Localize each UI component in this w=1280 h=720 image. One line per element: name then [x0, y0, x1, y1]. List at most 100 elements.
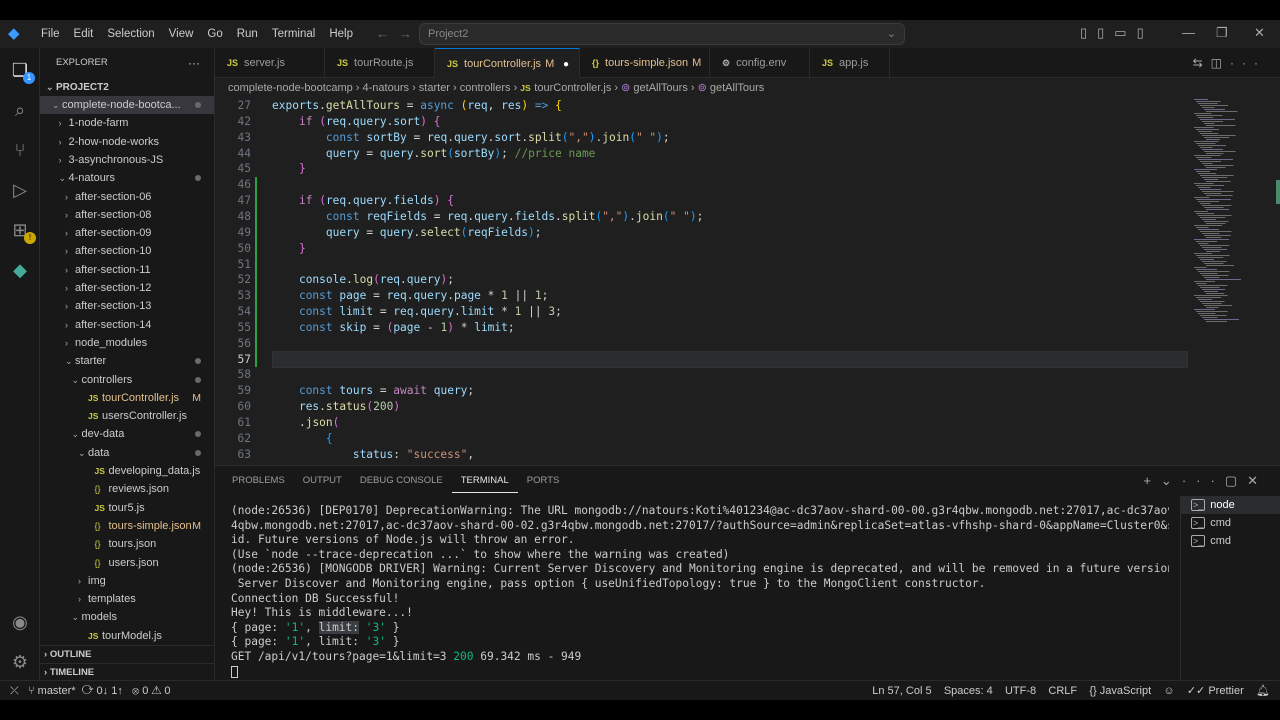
tab-app-js[interactable]: JS app.js: [810, 48, 890, 78]
code-line[interactable]: 53 const page = req.query.page * 1 || 1;: [215, 288, 1215, 304]
editor-actions-icons[interactable]: ⇆◫···: [1193, 56, 1266, 70]
code-line[interactable]: 58: [215, 367, 1215, 383]
tab-tourroute-js[interactable]: JS tourRoute.js: [325, 48, 435, 78]
tree-item[interactable]: › 1-node-farm: [40, 114, 214, 132]
warning-count[interactable]: 0: [164, 685, 170, 697]
scrollbar-marker[interactable]: [1276, 180, 1280, 204]
code-line[interactable]: 59 const tours = await query;: [215, 383, 1215, 399]
breadcrumb-item[interactable]: getAllTours: [633, 82, 687, 94]
timeline-section[interactable]: › TIMELINE: [40, 663, 214, 680]
code-line[interactable]: 54 const limit = req.query.limit * 1 || …: [215, 304, 1215, 320]
project-root[interactable]: ⌄ PROJECT2: [40, 78, 214, 96]
tab-tourcontroller-js[interactable]: JS tourController.js M ●: [435, 48, 580, 78]
tree-item[interactable]: › after-section-13: [40, 297, 214, 315]
status-left[interactable]: ⤫ ⑂ master* ⟳ 0↓ 1↑ ⊗ 0 ⚠ 0: [10, 681, 171, 701]
tree-item[interactable]: ⌄ controllers: [40, 371, 214, 389]
code-line[interactable]: 52 console.log(req.query);: [215, 272, 1215, 288]
branch-name[interactable]: master*: [38, 685, 76, 697]
terminal-instance[interactable]: >_ cmd: [1181, 514, 1280, 532]
tree-item[interactable]: JS tour5.js: [40, 499, 214, 517]
tree-item[interactable]: JS developing_data.js: [40, 462, 214, 480]
account-icon[interactable]: ◉: [8, 610, 32, 634]
code-editor[interactable]: 27 exports.getAllTours = async (req, res)…: [215, 98, 1280, 465]
code-line[interactable]: 60 res.status(200): [215, 399, 1215, 415]
tab-config-env[interactable]: ⚙ config.env: [710, 48, 810, 78]
extensions-icon[interactable]: ⊞!: [8, 218, 36, 244]
breadcrumb[interactable]: complete-node-bootcamp › 4-natours › sta…: [215, 78, 1280, 98]
tree-item[interactable]: ⌄ dev-data: [40, 425, 214, 443]
panel-tab-output[interactable]: OUTPUT: [294, 466, 351, 496]
menu-selection[interactable]: Selection: [100, 28, 161, 40]
menu-edit[interactable]: Edit: [67, 28, 101, 40]
tree-item[interactable]: {} tours-simple.json M: [40, 517, 214, 535]
tree-item[interactable]: ⌄ starter: [40, 352, 214, 370]
tree-item[interactable]: › after-section-12: [40, 279, 214, 297]
tree-item[interactable]: › node_modules: [40, 334, 214, 352]
tree-item[interactable]: JS tourController.js M: [40, 389, 214, 407]
tree-item[interactable]: › 2-how-node-works: [40, 133, 214, 151]
copilot-status-icon[interactable]: ☺: [1163, 685, 1174, 697]
tree-item[interactable]: › after-section-08: [40, 206, 214, 224]
panel-tab-terminal[interactable]: TERMINAL: [451, 466, 518, 493]
terminal-instance[interactable]: >_ node: [1181, 496, 1280, 514]
code-line[interactable]: 62 {: [215, 431, 1215, 447]
encoding[interactable]: UTF-8: [1005, 685, 1036, 697]
breadcrumb-item[interactable]: complete-node-bootcamp: [228, 82, 353, 94]
code-line[interactable]: 57: [215, 352, 1215, 368]
tree-item[interactable]: ⌄ data: [40, 444, 214, 462]
code-line[interactable]: 45 }: [215, 161, 1215, 177]
run-debug-icon[interactable]: ▷: [8, 178, 32, 202]
bell-icon[interactable]: 🔔︎: [1256, 685, 1270, 697]
menu-terminal[interactable]: Terminal: [265, 28, 322, 40]
unsaved-dot-icon[interactable]: ●: [560, 59, 569, 70]
code-line[interactable]: 43 const sortBy = req.query.sort.split("…: [215, 130, 1215, 146]
code-line[interactable]: 48 const reqFields = req.query.fields.sp…: [215, 209, 1215, 225]
minimize-icon[interactable]: —: [1182, 25, 1195, 40]
tree-item[interactable]: ⌄ models: [40, 608, 214, 626]
breadcrumb-item[interactable]: getAllTours: [710, 82, 764, 94]
tree-item[interactable]: › after-section-06: [40, 188, 214, 206]
code-line[interactable]: 63 status: "success",: [215, 447, 1215, 463]
copilot-icon[interactable]: ⌄: [887, 27, 896, 40]
tree-item[interactable]: › after-section-10: [40, 242, 214, 260]
code-line[interactable]: 61 .json(: [215, 415, 1215, 431]
source-control-icon[interactable]: ⑂: [8, 138, 32, 162]
code-line[interactable]: 27 exports.getAllTours = async (req, res)…: [215, 98, 1215, 114]
breadcrumb-item[interactable]: tourController.js: [534, 82, 611, 94]
explorer-icon[interactable]: ❏ 1: [8, 58, 35, 84]
tab-server-js[interactable]: JS server.js: [215, 48, 325, 78]
line-ending[interactable]: CRLF: [1048, 685, 1077, 697]
tree-item[interactable]: {} users.json: [40, 554, 214, 572]
code-line[interactable]: 44 query = query.sort(sortBy); //price n…: [215, 146, 1215, 162]
tree-item[interactable]: › after-section-14: [40, 316, 214, 334]
sync-status[interactable]: 0↓ 1↑: [97, 685, 123, 697]
menu-view[interactable]: View: [162, 28, 201, 40]
error-count[interactable]: 0: [142, 685, 148, 697]
more-actions-icon[interactable]: ···: [188, 48, 200, 78]
terminal-output[interactable]: (node:26536) [DEP0170] DeprecationWarnin…: [231, 504, 1169, 679]
tab-tours-simple-json[interactable]: {} tours-simple.json M: [580, 48, 710, 78]
cursor-position[interactable]: Ln 57, Col 5: [872, 685, 931, 697]
code-line[interactable]: 49 query = query.select(reqFields);: [215, 225, 1215, 241]
minimap[interactable]: [1188, 98, 1280, 465]
tree-item[interactable]: {} reviews.json: [40, 480, 214, 498]
breadcrumb-item[interactable]: 4-natours: [363, 82, 409, 94]
layout-toggle-icons[interactable]: ▯▯▭▯: [1080, 25, 1154, 41]
tree-item[interactable]: › after-section-09: [40, 224, 214, 242]
prettier-status[interactable]: Prettier: [1208, 685, 1243, 697]
panel-tab-ports[interactable]: PORTS: [518, 466, 569, 496]
panel-actions-icons[interactable]: +⌄···▢✕: [1143, 473, 1268, 489]
tree-item[interactable]: › 3-asynchronous-JS: [40, 151, 214, 169]
search-icon[interactable]: ⌕: [8, 98, 32, 122]
terminal-instance[interactable]: >_ cmd: [1181, 532, 1280, 550]
breadcrumb-item[interactable]: controllers: [460, 82, 511, 94]
code-line[interactable]: 51: [215, 257, 1215, 273]
code-line[interactable]: 47 if (req.query.fields) {: [215, 193, 1215, 209]
remote-icon[interactable]: ⤫: [10, 685, 19, 697]
outline-section[interactable]: › OUTLINE: [40, 645, 214, 663]
menu-run[interactable]: Run: [230, 28, 265, 40]
breadcrumb-item[interactable]: starter: [419, 82, 450, 94]
tree-item[interactable]: JS usersController.js: [40, 407, 214, 425]
panel-tab-debug-console[interactable]: DEBUG CONSOLE: [351, 466, 452, 496]
code-line[interactable]: 42 if (req.query.sort) {: [215, 114, 1215, 130]
